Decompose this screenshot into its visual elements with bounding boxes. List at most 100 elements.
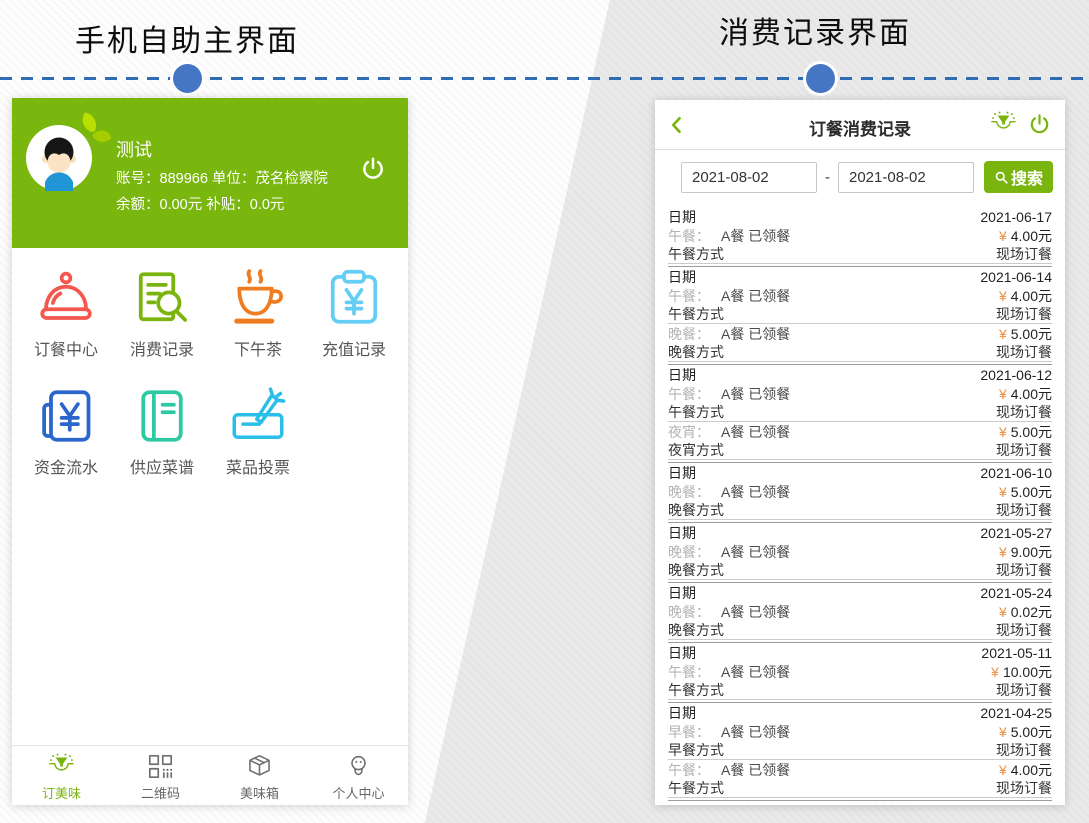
record-date-label: 日期 (668, 207, 696, 227)
method-value: 现场订餐 (996, 680, 1052, 700)
tab-二维码[interactable]: 二维码 (111, 753, 210, 805)
records-header: 订餐消费记录 (655, 100, 1065, 150)
menu-item-资金流水[interactable]: 资金流水 (18, 386, 114, 478)
meal-amount: ¥9.00元 (999, 542, 1052, 562)
method-value: 现场订餐 (996, 342, 1052, 362)
record-method-row: 早餐方式现场订餐 (668, 741, 1052, 760)
record-date-row: 日期2021-06-12 (668, 365, 1052, 384)
amount-value: 4.00元 (1011, 386, 1052, 402)
power-icon[interactable] (1028, 113, 1051, 136)
tab-美味箱[interactable]: 美味箱 (210, 753, 309, 805)
menu-item-下午茶[interactable]: 下午茶 (210, 268, 306, 360)
currency-symbol: ¥ (999, 484, 1007, 500)
record-meal-row: 午餐：A餐 已领餐 ¥4.00元 (668, 286, 1052, 305)
method-label: 晚餐方式 (668, 342, 724, 362)
menu-item-label: 供应菜谱 (130, 454, 194, 478)
meal-description: A餐 已领餐 (721, 724, 790, 740)
menu-item-供应菜谱[interactable]: 供应菜谱 (114, 386, 210, 478)
meal-type-label: 早餐： (668, 724, 710, 740)
record-date-value: 2021-06-17 (980, 209, 1052, 225)
currency-symbol: ¥ (999, 762, 1007, 778)
record-date-value: 2021-04-25 (980, 705, 1052, 721)
record-date-value: 2021-05-24 (980, 585, 1052, 601)
date-search-row: - 搜索 (655, 150, 1065, 204)
meal-amount: ¥10.00元 (991, 662, 1052, 682)
record-date-value: 2021-06-14 (980, 269, 1052, 285)
menu-item-label: 订餐中心 (34, 336, 98, 360)
meal-type-label: 午餐： (668, 386, 710, 402)
meal-info: 午餐：A餐 已领餐 (668, 286, 790, 306)
consumption-record: 日期2021-05-24晚餐：A餐 已领餐¥0.02元晚餐方式现场订餐 (668, 583, 1052, 643)
menu-grid: 订餐中心 消费记录 下午茶 充值记录 资金流水 供应菜谱 菜品投 (12, 248, 408, 478)
meal-info: 夜宵：A餐 已领餐 (668, 422, 790, 442)
menu-item-label: 下午茶 (234, 336, 282, 360)
amount-value: 4.00元 (1011, 762, 1052, 778)
record-date-row: 日期 2021-05-24 (668, 583, 1052, 602)
record-date-label: 日期 (668, 267, 696, 287)
annotation-right-title: 消费记录界面 (655, 8, 975, 52)
tab-订美味[interactable]: 订美味 (12, 753, 111, 805)
currency-symbol: ¥ (999, 386, 1007, 402)
meal-info: 晚餐：A餐 已领餐 (668, 602, 790, 622)
meal-amount: ¥5.00元 (999, 722, 1052, 742)
currency-symbol: ¥ (999, 424, 1007, 440)
consumption-record: 日期2021-06-12午餐：A餐 已领餐¥4.00元午餐方式现场订餐夜宵：A餐… (668, 365, 1052, 463)
meal-info: 早餐： A餐 已领餐 (668, 722, 790, 742)
menu-item-label: 资金流水 (34, 454, 98, 478)
menu-book-icon (132, 386, 192, 446)
menu-item-label: 充值记录 (322, 336, 386, 360)
date-from-input[interactable] (681, 162, 817, 193)
record-meal-row: 午餐：A餐 已领餐 ¥4.00元 (668, 226, 1052, 245)
consumption-record: 日期2021-05-11午餐：A餐 已领餐¥10.00元午餐方式现场订餐 (668, 643, 1052, 703)
record-date-value: 2021-05-27 (980, 525, 1052, 541)
ballot-carrot-icon (228, 386, 288, 446)
main-screen-panel: 测试 账号：889966 单位：茂名检察院 余额：0.00元 补贴：0.0元 订… (12, 98, 408, 805)
meal-info: 午餐：A餐 已领餐 (668, 226, 790, 246)
consumption-record: 日期2021-05-27晚餐：A餐 已领餐¥9.00元晚餐方式现场订餐 (668, 523, 1052, 583)
record-meal-row: 早餐： A餐 已领餐 ¥5.00元 (668, 722, 1052, 741)
annotation-dot-left (173, 64, 202, 93)
date-to-input[interactable] (838, 162, 974, 193)
meal-type-label: 午餐： (668, 762, 710, 778)
record-date-row: 日期2021-05-11 (668, 643, 1052, 662)
record-date-value: 2021-06-12 (980, 367, 1052, 383)
menu-item-消费记录[interactable]: 消费记录 (114, 268, 210, 360)
meal-description: A餐 已领餐 (721, 664, 790, 680)
tab-label: 订美味 (42, 783, 81, 802)
amount-value: 4.00元 (1011, 288, 1052, 304)
search-button[interactable]: 搜索 (984, 161, 1053, 193)
record-method-row: 午餐方式现场订餐 (668, 403, 1052, 422)
record-date-value: 2021-05-11 (981, 645, 1052, 661)
method-value: 现场订餐 (996, 304, 1052, 324)
menu-item-label: 消费记录 (130, 336, 194, 360)
menu-item-充值记录[interactable]: 充值记录 (306, 268, 402, 360)
meal-amount: ¥5.00元 (999, 482, 1052, 502)
tab-label: 美味箱 (240, 783, 279, 802)
menu-item-菜品投票[interactable]: 菜品投票 (210, 386, 306, 478)
menu-item-label: 菜品投票 (226, 454, 290, 478)
amount-value: 5.00元 (1011, 326, 1052, 342)
record-date-label: 日期 (668, 463, 696, 483)
method-label: 夜宵方式 (668, 440, 724, 460)
meal-amount: ¥5.00元 (999, 422, 1052, 442)
clipboard-yuan-icon (324, 268, 384, 328)
consumption-record: 日期2021-06-10晚餐：A餐 已领餐¥5.00元晚餐方式现场订餐 (668, 463, 1052, 523)
meal-amount: ¥4.00元 (999, 286, 1052, 306)
method-label: 午餐方式 (668, 244, 724, 264)
meal-type-label: 晚餐： (668, 544, 710, 560)
meal-amount: ¥4.00元 (999, 226, 1052, 246)
record-meal-row: 晚餐：A餐 已领餐¥9.00元 (668, 542, 1052, 561)
amount-value: 10.00元 (1003, 664, 1052, 680)
power-icon[interactable] (360, 156, 386, 182)
record-date-label: 日期 (668, 583, 696, 603)
tab-个人中心[interactable]: 个人中心 (309, 753, 408, 805)
method-value: 现场订餐 (996, 244, 1052, 264)
annotation-dot-right (806, 64, 835, 93)
menu-item-订餐中心[interactable]: 订餐中心 (18, 268, 114, 360)
currency-symbol: ¥ (999, 326, 1007, 342)
record-meal-row: 晚餐：A餐 已领餐¥0.02元 (668, 602, 1052, 621)
meal-description: A餐 已领餐 (721, 288, 790, 304)
annotation-left-title: 手机自助主界面 (27, 16, 347, 60)
funnel-sparkle-icon[interactable] (990, 111, 1017, 138)
magnifier-icon (994, 170, 1009, 185)
